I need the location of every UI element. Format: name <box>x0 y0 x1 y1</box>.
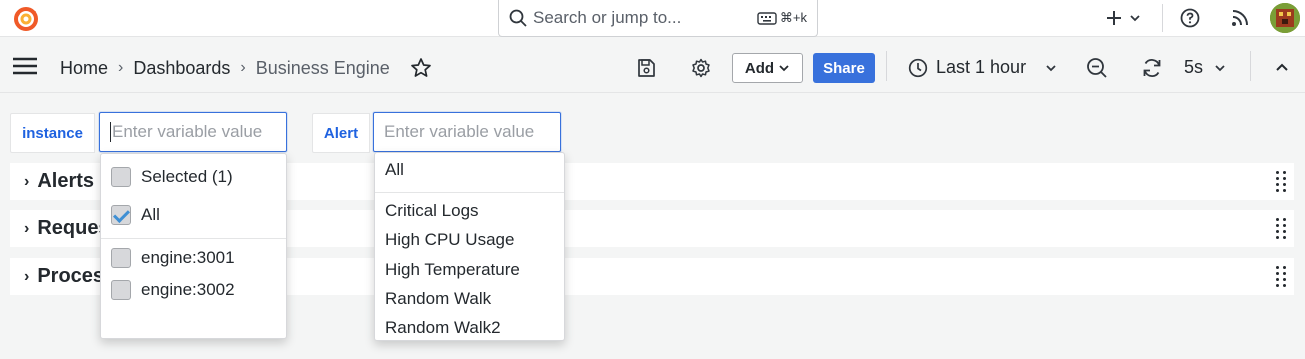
chevron-down-icon <box>1130 15 1140 22</box>
option-random-walk[interactable]: Random Walk <box>385 289 491 309</box>
variable-label-alert: Alert <box>312 113 370 153</box>
chevron-down-icon <box>779 65 789 72</box>
dashboard-toolbar: Home › Dashboards › Business Engine Add … <box>0 37 1305 93</box>
chevron-up-icon <box>1276 63 1288 71</box>
checkbox[interactable] <box>111 167 131 187</box>
option-high-temperature[interactable]: High Temperature <box>385 260 520 280</box>
divider <box>886 51 887 81</box>
option-all[interactable]: All <box>111 205 160 225</box>
option-selected-count[interactable]: Selected (1) <box>111 167 233 187</box>
save-icon <box>638 59 655 77</box>
divider <box>1162 4 1163 32</box>
alert-variable-input[interactable]: Enter variable value <box>373 112 561 152</box>
add-button-label: Add <box>744 59 775 77</box>
drag-handle-icon[interactable] <box>1276 171 1286 192</box>
option-all[interactable]: All <box>385 160 404 180</box>
search-icon <box>509 9 527 27</box>
divider <box>101 238 286 239</box>
help-button[interactable] <box>1178 6 1202 30</box>
news-button[interactable] <box>1228 6 1252 30</box>
hamburger-menu-icon <box>13 57 37 75</box>
search-bar[interactable]: Search or jump to... ⌘+k <box>498 0 818 37</box>
zoom-out-icon <box>1087 58 1107 78</box>
plus-icon <box>1107 11 1121 25</box>
dashboard-settings-button[interactable] <box>689 56 713 80</box>
top-bar: Search or jump to... ⌘+k <box>0 0 1305 37</box>
option-label: Selected (1) <box>141 167 233 186</box>
menu-button[interactable] <box>12 55 38 77</box>
gear-icon <box>692 58 710 78</box>
refresh-icon <box>1143 59 1161 77</box>
chevron-down-icon <box>1046 64 1056 71</box>
drag-handle-icon[interactable] <box>1276 218 1286 239</box>
grafana-logo-icon[interactable] <box>12 5 40 33</box>
chevron-right-icon: › <box>24 172 30 190</box>
checkbox[interactable] <box>111 248 131 268</box>
time-range-picker[interactable]: Last 1 hour <box>908 57 1058 78</box>
refresh-interval-label: 5s <box>1184 57 1204 77</box>
keyboard-icon <box>757 11 777 25</box>
zoom-out-button[interactable] <box>1085 56 1109 80</box>
option-label: engine:3001 <box>141 248 235 267</box>
search-shortcut: ⌘+k <box>757 10 807 26</box>
clock-icon <box>908 58 928 77</box>
row-title: Alerts <box>37 170 95 192</box>
star-icon[interactable] <box>410 57 432 79</box>
breadcrumb-home[interactable]: Home <box>60 58 108 79</box>
help-icon <box>1180 8 1200 28</box>
search-placeholder: Search or jump to... <box>533 8 682 27</box>
save-dashboard-button[interactable] <box>634 56 658 80</box>
divider <box>375 192 564 193</box>
option-high-cpu-usage[interactable]: High CPU Usage <box>385 230 514 250</box>
refresh-interval-picker[interactable]: 5s <box>1184 57 1227 78</box>
option-label: All <box>141 205 160 224</box>
avatar[interactable] <box>1270 3 1300 33</box>
collapse-toolbar-button[interactable] <box>1272 57 1292 77</box>
breadcrumb-current: Business Engine <box>255 57 390 78</box>
option-engine-3001[interactable]: engine:3001 <box>111 248 235 268</box>
alert-options-dropdown: All Critical Logs High CPU Usage High Te… <box>374 152 565 341</box>
checkbox[interactable] <box>111 280 131 300</box>
breadcrumb: Home › Dashboards › Business Engine <box>60 57 432 79</box>
chevron-down-icon <box>1215 64 1225 71</box>
checkbox-checked[interactable] <box>111 205 131 225</box>
instance-variable-input[interactable]: Enter variable value <box>99 112 287 152</box>
shortcut-text: ⌘+k <box>779 10 807 25</box>
text-cursor <box>110 122 111 142</box>
add-button[interactable]: Add <box>732 53 803 83</box>
new-button[interactable] <box>1100 6 1146 30</box>
drag-handle-icon[interactable] <box>1276 266 1286 287</box>
divider <box>1250 51 1251 81</box>
option-critical-logs[interactable]: Critical Logs <box>385 201 479 221</box>
option-engine-3002[interactable]: engine:3002 <box>111 280 235 300</box>
chevron-right-icon: › <box>24 267 30 285</box>
option-label: engine:3002 <box>141 280 235 299</box>
rss-icon <box>1232 10 1248 26</box>
share-button[interactable]: Share <box>813 53 875 83</box>
refresh-button[interactable] <box>1140 56 1164 80</box>
option-random-walk2[interactable]: Random Walk2 <box>385 318 501 338</box>
chevron-right-icon: › <box>24 219 30 237</box>
breadcrumb-separator: › <box>118 59 124 76</box>
time-range-label: Last 1 hour <box>936 57 1027 77</box>
instance-variable-placeholder: Enter variable value <box>112 122 263 141</box>
variable-label-instance: instance <box>10 113 95 153</box>
instance-options-dropdown: Selected (1) All engine:3001 engine:3002 <box>100 153 287 339</box>
breadcrumb-dashboards[interactable]: Dashboards <box>133 58 230 79</box>
alert-variable-placeholder: Enter variable value <box>384 122 535 141</box>
breadcrumb-separator: › <box>240 59 246 76</box>
avatar-image <box>1270 3 1300 33</box>
